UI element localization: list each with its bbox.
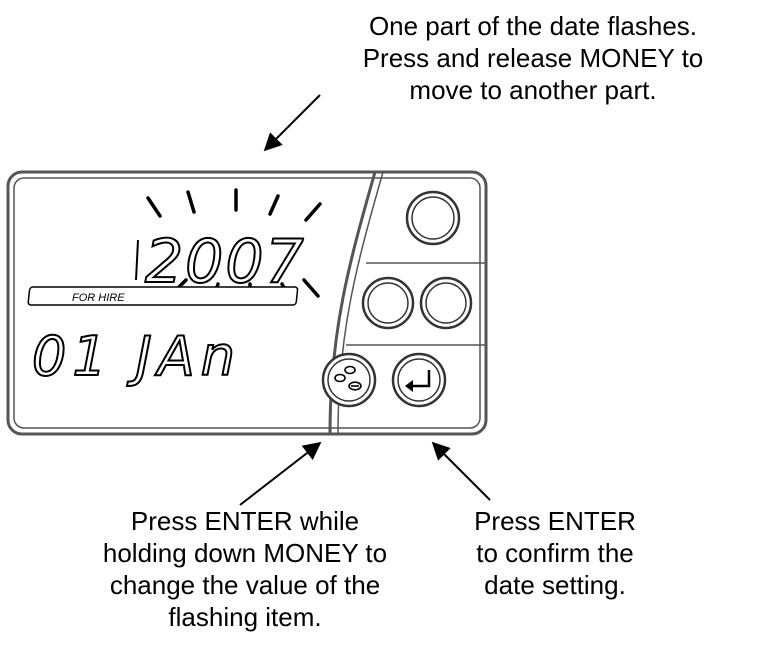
for-hire-indicator: FOR HIRE <box>27 286 299 306</box>
meter-diagram: 2007 FOR HIRE 01 JAn <box>6 94 491 506</box>
enter-button[interactable] <box>391 352 447 408</box>
date-readout: 01 JAn <box>32 325 241 388</box>
for-hire-label: FOR HIRE <box>72 292 125 304</box>
arrow-to-enter-button <box>431 441 491 501</box>
middle-right-button[interactable] <box>419 276 473 330</box>
top-button[interactable] <box>405 190 461 246</box>
arrow-to-year <box>263 94 321 152</box>
arrow-to-money-button <box>239 441 322 506</box>
money-button[interactable] <box>321 352 377 408</box>
middle-left-button[interactable] <box>361 276 415 330</box>
